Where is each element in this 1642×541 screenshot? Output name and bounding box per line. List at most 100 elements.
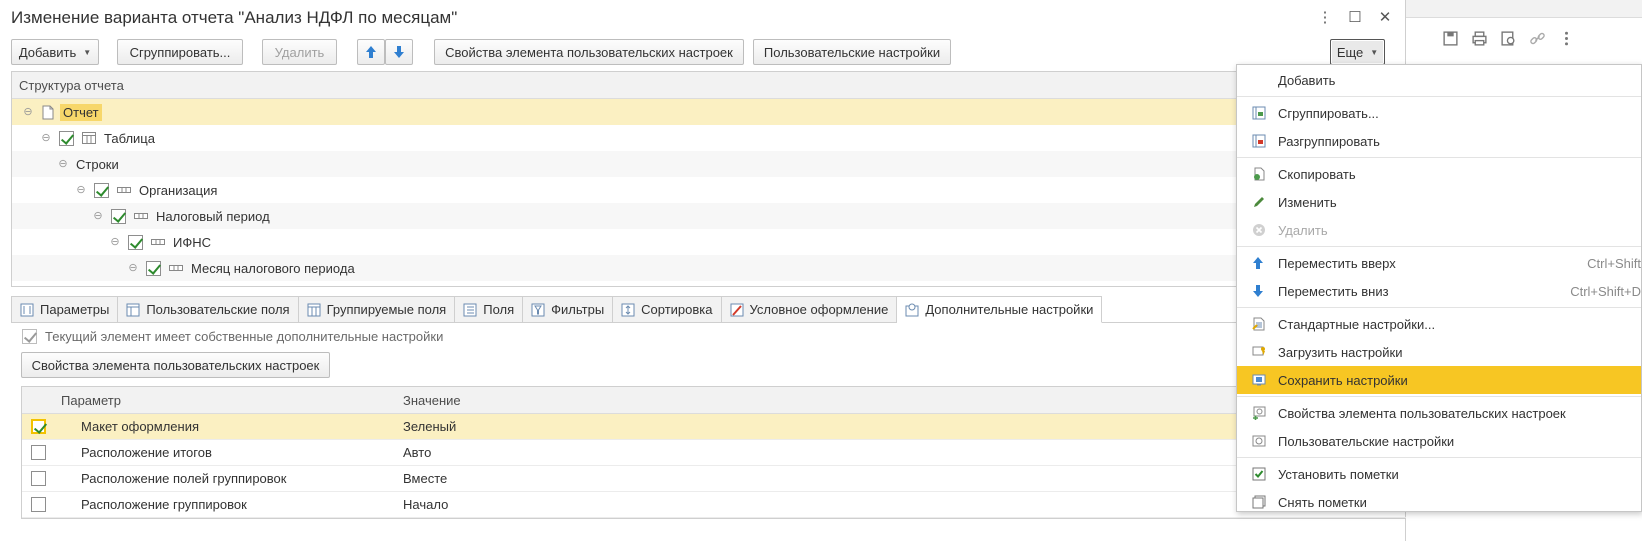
collapse-icon[interactable]: ⊖ [22,106,34,118]
collapse-icon[interactable]: ⊖ [40,132,52,144]
tree-row-checkbox[interactable] [94,182,109,198]
column-header-value[interactable]: Значение [403,393,461,408]
tree-row-checkbox[interactable] [111,208,126,224]
report-structure-tree: Структура отчета ⊖ Отчет ⊖ Таблица ⊖ Стр… [11,71,1406,287]
user-settings-button[interactable]: Пользовательские настройки [753,39,951,65]
save-icon[interactable] [1442,30,1459,47]
tree-row-rows[interactable]: ⊖ Строки [12,151,1406,177]
collapse-icon[interactable]: ⊖ [75,184,87,196]
tree-row-ifns[interactable]: ⊖ ИФНС [12,229,1406,255]
menu-item-element-properties[interactable]: Свойства элемента пользовательских настр… [1237,399,1641,427]
menu-item-user-settings[interactable]: Пользовательские настройки [1237,427,1641,455]
table-row[interactable]: Расположение полей группировок Вместе [22,466,1406,492]
tab-fields[interactable]: Поля [455,296,524,323]
menu-item-set-marks[interactable]: Установить пометки [1237,460,1641,488]
chevron-down-icon: ▼ [1370,47,1379,57]
menu-item-save-settings[interactable]: Сохранить настройки [1237,366,1641,394]
element-properties-button-lower[interactable]: Свойства элемента пользовательских настр… [21,352,330,378]
arrow-up-icon [1252,256,1266,270]
collapse-icon[interactable]: ⊖ [127,262,139,274]
menu-item-add[interactable]: Добавить [1237,66,1641,94]
move-up-button[interactable] [357,39,385,65]
menu-separator [1237,246,1641,247]
table-row[interactable]: Макет оформления Зеленый [22,414,1406,440]
param-value[interactable]: Авто [403,445,431,460]
tab-conditional-formatting[interactable]: Условное оформление [721,296,898,323]
param-value[interactable]: Вместе [403,471,447,486]
param-value[interactable]: Начало [403,497,448,512]
menu-item-move-up[interactable]: Переместить вверх Ctrl+Shift [1237,249,1641,277]
maximize-icon[interactable]: ☐ [1347,8,1363,26]
tab-label: Группируемые поля [326,302,447,317]
menu-item-label: Добавить [1278,72,1336,88]
tree-row-organization[interactable]: ⊖ Организация [12,177,1406,203]
more-vert-icon[interactable] [1558,30,1575,47]
print-icon[interactable] [1471,30,1488,47]
menu-item-delete[interactable]: Удалить [1237,216,1641,244]
link-icon[interactable] [1529,30,1546,47]
own-settings-checkbox[interactable] [22,329,37,344]
ungroup-icon [1252,134,1266,148]
menu-item-clear-marks[interactable]: Снять пометки [1237,488,1641,516]
collapse-icon[interactable]: ⊖ [92,210,104,222]
menu-item-label: Стандартные настройки... [1278,316,1436,332]
row-checkbox[interactable] [30,471,46,486]
tree-row-checkbox[interactable] [146,260,161,276]
more-vert-icon[interactable]: ⋮ [1317,8,1333,26]
close-icon[interactable]: ✕ [1377,8,1393,26]
preview-icon[interactable] [1500,30,1517,47]
row-checkbox[interactable] [30,419,46,434]
column-header-param[interactable]: Параметр [54,393,403,408]
parameters-icon [20,303,34,316]
tree-row-label: ИФНС [173,234,212,250]
more-button[interactable]: Еще ▼ [1330,39,1385,65]
tree-row-label: Налоговый период [156,208,270,224]
collapse-icon[interactable]: ⊖ [57,158,69,170]
element-properties-button[interactable]: Свойства элемента пользовательских настр… [434,39,744,65]
additional-settings-icon [905,303,919,316]
menu-item-standard-settings[interactable]: Стандартные настройки... [1237,310,1641,338]
param-name: Расположение полей группировок [81,471,287,486]
menu-item-load-settings[interactable]: Загрузить настройки [1237,338,1641,366]
move-down-button[interactable] [385,39,413,65]
tree-row-table[interactable]: ⊖ Таблица [12,125,1406,151]
row-checkbox[interactable] [30,497,46,512]
own-settings-checkbox-row[interactable]: Текущий элемент имеет собственные дополн… [22,329,443,344]
tab-label: Фильтры [551,302,605,317]
menu-item-ungroup[interactable]: Разгруппировать [1237,127,1641,155]
menu-item-group[interactable]: Сгруппировать... [1237,99,1641,127]
collapse-icon[interactable]: ⊖ [109,236,121,248]
tree-row-report[interactable]: ⊖ Отчет [12,99,1406,125]
menu-item-edit[interactable]: Изменить [1237,188,1641,216]
menu-item-label: Разгруппировать [1278,133,1380,149]
filter-icon [531,303,545,316]
tree-row-checkbox[interactable] [59,130,74,146]
checkbox-unchecked-icon [1252,495,1266,509]
add-button[interactable]: Добавить ▼ [11,39,99,65]
menu-item-label: Удалить [1278,222,1328,238]
row-checkbox[interactable] [30,445,46,460]
tab-label: Пользовательские поля [146,302,290,317]
group-icon [1252,106,1266,120]
tab-parameters[interactable]: Параметры [11,296,119,323]
tab-sorting[interactable]: Сортировка [613,296,722,323]
tab-user-fields[interactable]: Пользовательские поля [118,296,299,323]
window-controls: ⋮ ☐ ✕ [1317,8,1393,26]
group-button[interactable]: Сгруппировать... [117,39,243,65]
param-value[interactable]: Зеленый [403,419,456,434]
menu-item-move-down[interactable]: Переместить вниз Ctrl+Shift+D [1237,277,1641,305]
param-name: Расположение итогов [81,445,212,460]
menu-item-copy[interactable]: Скопировать [1237,160,1641,188]
tree-row-tax-period[interactable]: ⊖ Налоговый период [12,203,1406,229]
tab-label: Условное оформление [749,302,889,317]
table-row[interactable]: Расположение группировок Начало [22,492,1406,518]
tab-filters[interactable]: Фильтры [523,296,614,323]
tab-additional-settings[interactable]: Дополнительные настройки [897,296,1103,323]
row-checkbox-cell [22,466,54,492]
menu-separator [1237,157,1641,158]
tree-row-tax-month[interactable]: ⊖ Месяц налогового периода [12,255,1406,281]
table-row[interactable]: Расположение итогов Авто [22,440,1406,466]
tab-grouping-fields[interactable]: Группируемые поля [298,296,456,323]
delete-button[interactable]: Удалить [262,39,337,65]
tree-row-checkbox[interactable] [128,234,143,250]
